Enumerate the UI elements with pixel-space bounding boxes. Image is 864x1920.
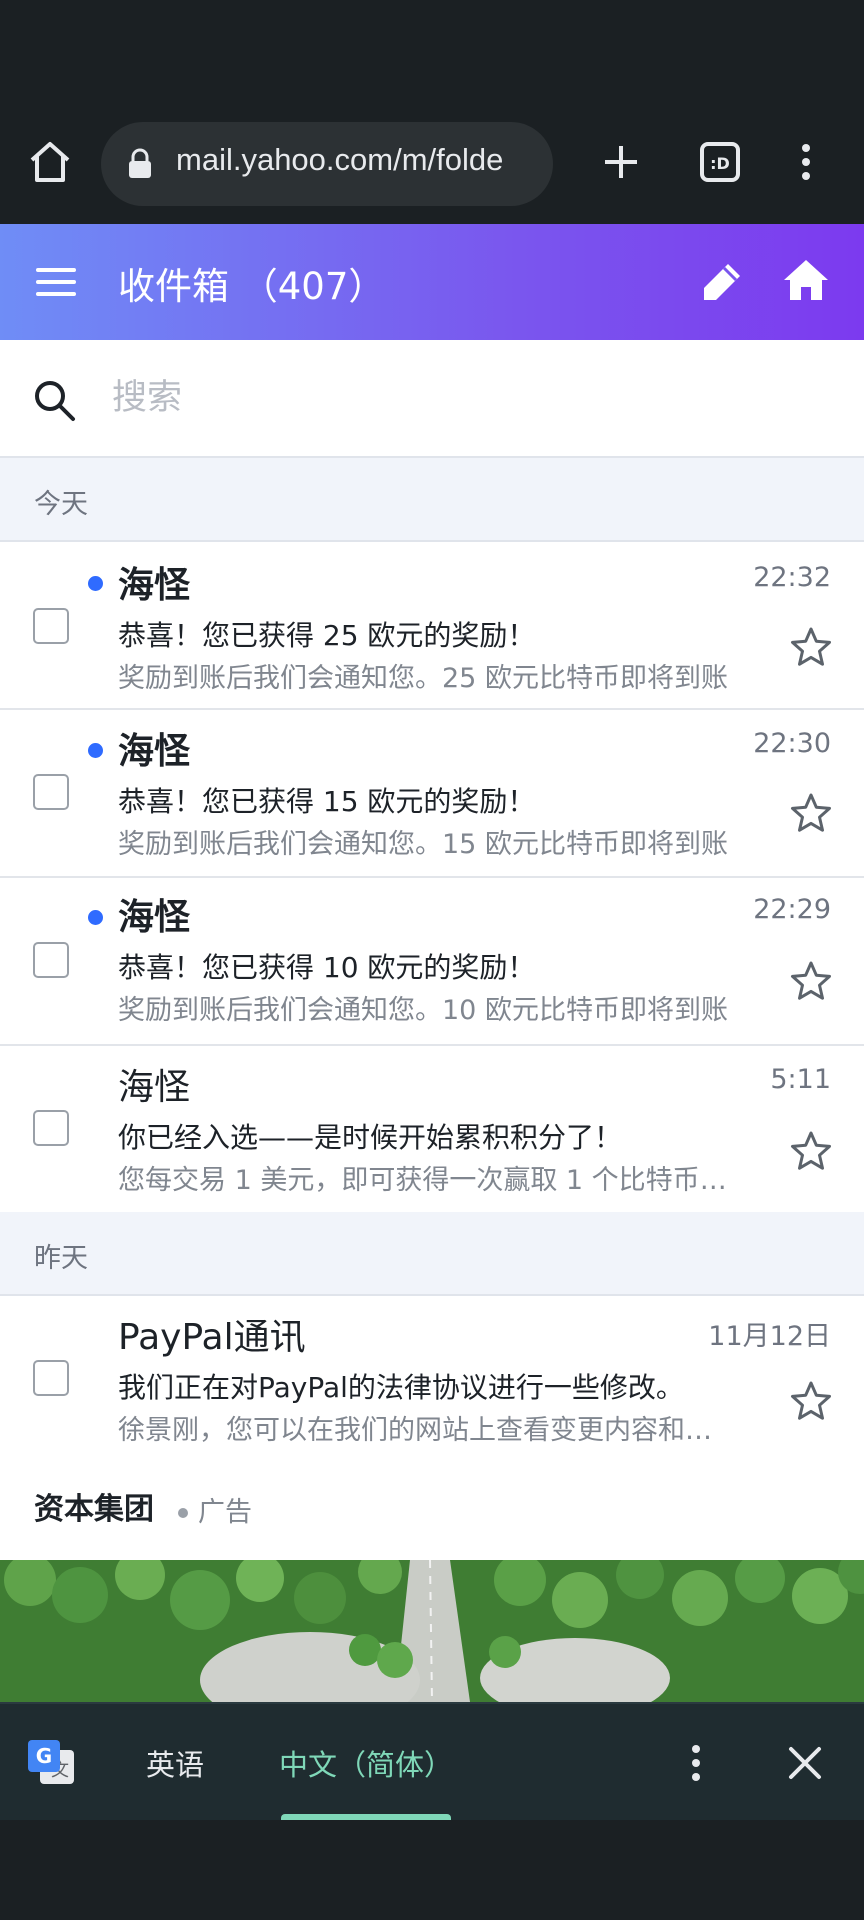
search-icon[interactable] xyxy=(32,378,76,422)
star-icon[interactable] xyxy=(790,1380,832,1422)
new-tab-button[interactable] xyxy=(595,136,647,188)
translate-close-button[interactable] xyxy=(782,1740,828,1786)
more-vertical-icon xyxy=(692,1745,700,1781)
mail-snippet: 奖励到账后我们会通知您。10 欧元比特币即将到账 xyxy=(118,995,728,1026)
menu-button[interactable] xyxy=(34,262,78,302)
mail-home-button[interactable] xyxy=(780,254,832,306)
mail-sender: 海怪 xyxy=(118,897,191,938)
tab-switcher-button[interactable]: :D xyxy=(694,136,746,188)
browser-toolbar: mail.yahoo.com/m/folde :D xyxy=(0,100,864,224)
mail-row[interactable]: 海怪 22:30 恭喜！您已获得 15 欧元的奖励！ 奖励到账后我们会通知您。1… xyxy=(0,710,864,878)
mail-snippet: 徐景刚，您可以在我们的网站上查看变更内容和详细信息 xyxy=(118,1415,738,1446)
unread-dot xyxy=(88,576,103,591)
tab-source-language[interactable]: 英语 xyxy=(146,1742,204,1784)
plus-icon xyxy=(605,146,637,178)
mail-sender: PayPal通讯 xyxy=(118,1317,306,1358)
section-label: 昨天 xyxy=(34,1243,88,1274)
star-icon[interactable] xyxy=(790,792,832,834)
pencil-icon xyxy=(704,264,740,300)
address-bar[interactable]: mail.yahoo.com/m/folde xyxy=(101,122,553,206)
mail-time: 5:11 xyxy=(770,1064,831,1095)
svg-text:G: G xyxy=(36,1744,52,1768)
mail-checkbox[interactable] xyxy=(33,774,69,810)
ad-label: 广告 xyxy=(198,1497,252,1528)
svg-text::D: :D xyxy=(710,154,730,173)
mail-row[interactable]: 海怪 5:11 你已经入选——是时候开始累积积分了！ 您每交易 1 美元，即可获… xyxy=(0,1046,864,1214)
browser-home-button[interactable] xyxy=(24,136,76,188)
mail-row[interactable]: PayPal通讯 11月12日 我们正在对PayPal的法律协议进行一些修改。 … xyxy=(0,1296,864,1464)
unread-dot xyxy=(88,743,103,758)
section-header-today: 今天 xyxy=(0,458,864,542)
close-icon xyxy=(789,1747,821,1779)
mail-sender: 海怪 xyxy=(118,731,191,772)
mail-checkbox[interactable] xyxy=(33,608,69,644)
home-icon xyxy=(30,142,70,182)
star-icon[interactable] xyxy=(790,960,832,1002)
compose-button[interactable] xyxy=(698,256,748,306)
section-label: 今天 xyxy=(34,489,88,520)
mail-checkbox[interactable] xyxy=(33,942,69,978)
lock-icon xyxy=(129,148,151,178)
forest-road-image xyxy=(0,1560,864,1702)
ad-image[interactable] xyxy=(0,1560,864,1702)
unread-dot xyxy=(88,910,103,925)
browser-menu-button[interactable] xyxy=(780,136,832,188)
search-bar xyxy=(0,340,864,458)
mail-time: 22:29 xyxy=(753,894,831,925)
mail-checkbox[interactable] xyxy=(33,1360,69,1396)
home-icon xyxy=(784,260,828,300)
mail-subject: 恭喜！您已获得 15 欧元的奖励！ xyxy=(118,785,536,818)
hamburger-icon xyxy=(36,268,76,296)
mail-snippet: 奖励到账后我们会通知您。15 欧元比特币即将到账 xyxy=(118,829,728,860)
mail-time: 22:30 xyxy=(753,728,831,759)
ad-separator-dot xyxy=(178,1508,188,1518)
mail-subject: 我们正在对PayPal的法律协议进行一些修改。 xyxy=(118,1371,684,1404)
mail-snippet: 奖励到账后我们会通知您。25 欧元比特币即将到账 xyxy=(118,663,728,694)
mail-subject: 恭喜！您已获得 25 欧元的奖励！ xyxy=(118,619,536,652)
mail-checkbox[interactable] xyxy=(33,1110,69,1146)
mail-row[interactable]: 海怪 22:32 恭喜！您已获得 25 欧元的奖励！ 奖励到账后我们会通知您。2… xyxy=(0,542,864,710)
app-header: 收件箱 （407） xyxy=(0,224,864,340)
star-icon[interactable] xyxy=(790,1130,832,1172)
search-input[interactable] xyxy=(112,370,812,426)
star-icon[interactable] xyxy=(790,626,832,668)
mail-time: 11月12日 xyxy=(708,1321,831,1352)
ad-advertiser: 资本集团 xyxy=(34,1492,154,1527)
mail-time: 22:32 xyxy=(753,562,831,593)
tab-target-language[interactable]: 中文（简体） xyxy=(279,1742,453,1784)
google-translate-icon: 文 G xyxy=(28,1740,74,1784)
mail-subject: 你已经入选——是时候开始累积积分了！ xyxy=(118,1121,623,1154)
more-vertical-icon xyxy=(802,144,810,180)
system-nav-bar xyxy=(0,1820,864,1920)
section-header-yesterday: 昨天 xyxy=(0,1212,864,1296)
tab-switcher-icon: :D xyxy=(700,142,740,182)
translate-bar: 文 G 英语 中文（简体） xyxy=(0,1702,864,1822)
translate-options-button[interactable] xyxy=(676,1738,716,1788)
mail-subject: 恭喜！您已获得 10 欧元的奖励！ xyxy=(118,951,536,984)
mail-row[interactable]: 海怪 22:29 恭喜！您已获得 10 欧元的奖励！ 奖励到账后我们会通知您。1… xyxy=(0,878,864,1046)
ad-header[interactable]: 资本集团 广告 xyxy=(0,1462,864,1560)
page-title: 收件箱 （407） xyxy=(118,265,386,308)
mail-sender: 海怪 xyxy=(118,1067,191,1108)
mail-sender: 海怪 xyxy=(118,565,191,606)
mail-snippet: 您每交易 1 美元，即可获得一次赢取 1 个比特币的机会 xyxy=(118,1165,738,1196)
status-bar xyxy=(0,0,864,100)
url-text: mail.yahoo.com/m/folde xyxy=(176,142,504,177)
